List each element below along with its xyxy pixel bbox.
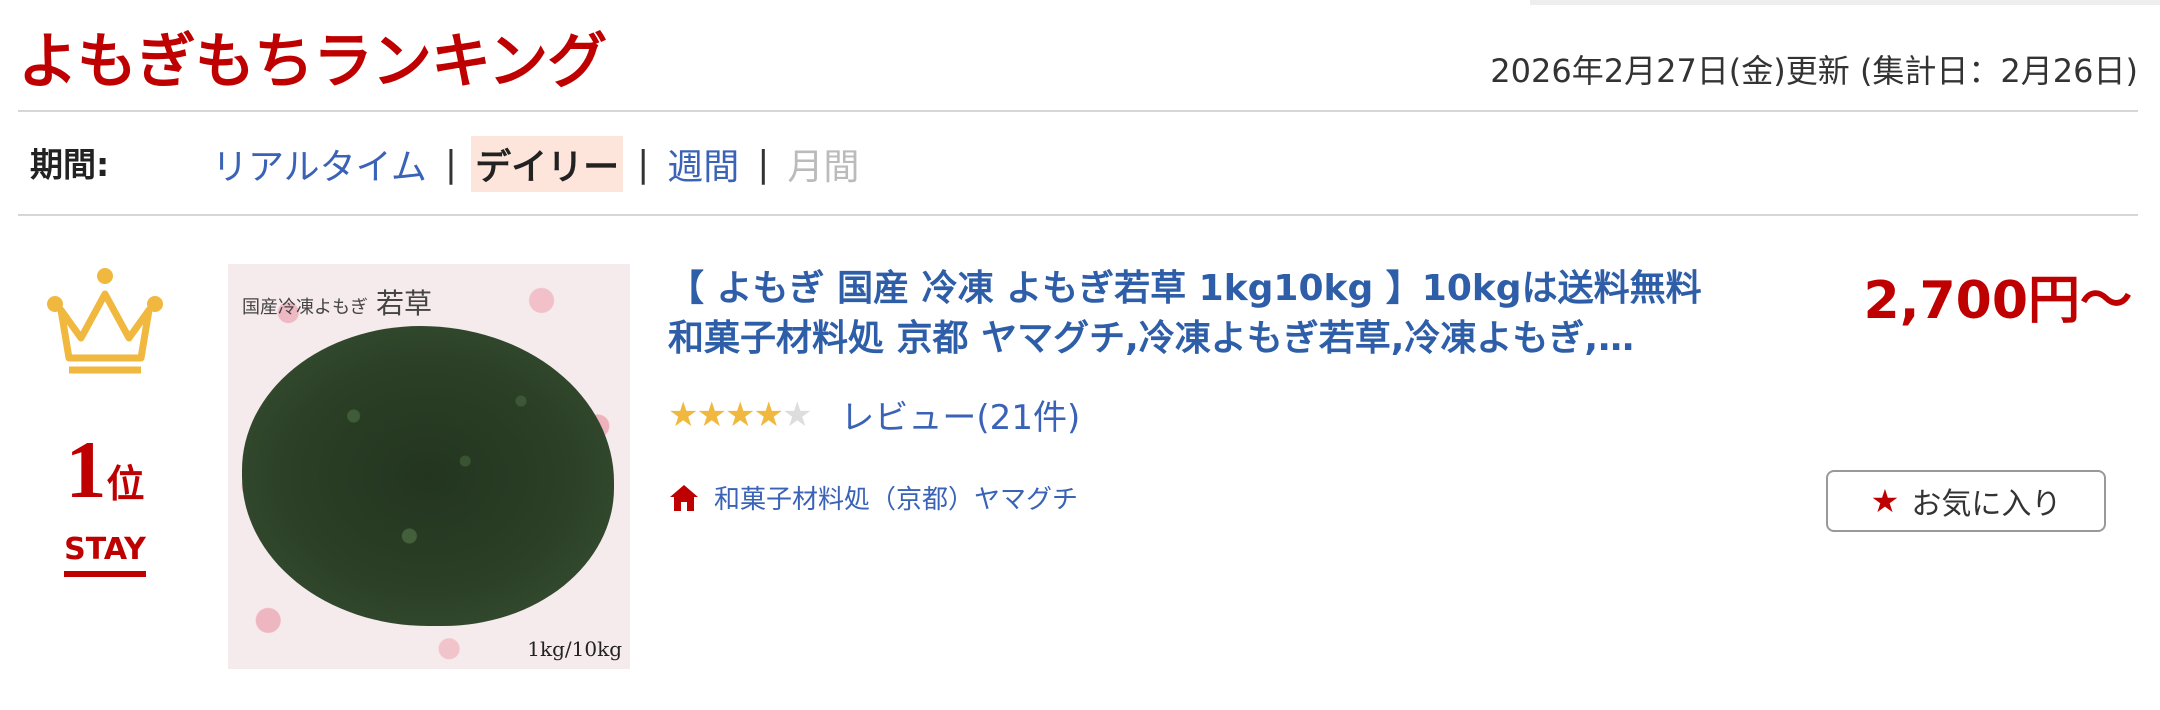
tab-monthly: 月間 bbox=[787, 147, 860, 188]
image-weight-label: 1kg/10kg bbox=[527, 637, 622, 661]
review-row: ★★★★★ レビュー(21件) bbox=[668, 390, 1718, 439]
tab-weekly[interactable]: 週間 bbox=[663, 138, 743, 190]
shop-name: 和菓子材料処（京都）ヤマグチ bbox=[714, 485, 1079, 515]
tab-separator: | bbox=[637, 143, 650, 185]
rank-unit: 位 bbox=[106, 462, 145, 506]
crown-icon bbox=[47, 268, 163, 374]
shop-link[interactable]: 和菓子材料処（京都）ヤマグチ bbox=[668, 479, 1718, 516]
period-selector: 期間: リアルタイム | デイリー | 週間 | 月間 bbox=[18, 130, 2138, 192]
review-link[interactable]: レビュー(21件) bbox=[840, 390, 1080, 439]
favorite-label: お気に入り bbox=[1911, 487, 2062, 522]
product-title-link[interactable]: 【 よもぎ 国産 冷凍 よもぎ若草 1kg10kg 】10kgは送料無料 和菓子… bbox=[668, 264, 1718, 364]
star-icon: ★ bbox=[1870, 482, 1900, 520]
star-icon: ★ bbox=[668, 394, 699, 435]
image-caption-large: 若草 bbox=[376, 287, 433, 320]
page-title: よもぎもちランキング bbox=[18, 27, 607, 97]
tab-separator: | bbox=[444, 143, 458, 185]
image-caption-small: 国産冷凍よもぎ bbox=[242, 297, 368, 318]
product-price: 2,700円〜 bbox=[1863, 271, 2132, 331]
house-icon bbox=[670, 484, 698, 511]
rank-badge: 1位 STAY bbox=[40, 258, 170, 577]
rank-change-status: STAY bbox=[64, 532, 146, 577]
product-image[interactable]: 国産冷凍よもぎ 若草 1kg/10kg bbox=[228, 264, 630, 669]
period-tabs: リアルタイム | デイリー | 週間 | 月間 bbox=[208, 136, 863, 192]
star-empty-icon: ★ bbox=[781, 394, 813, 435]
star-icon: ★ bbox=[696, 394, 727, 435]
star-icon: ★ bbox=[724, 394, 756, 435]
rating-stars: ★★★★★ bbox=[668, 394, 813, 435]
rank-number: 1 bbox=[65, 424, 107, 515]
divider bbox=[18, 214, 2138, 216]
update-date: 2026年2月27日(金)更新 (集計日：2月26日) bbox=[1490, 52, 2138, 90]
tab-daily[interactable]: デイリー bbox=[471, 136, 624, 192]
star-icon: ★ bbox=[753, 394, 784, 435]
image-caption: 国産冷凍よもぎ 若草 bbox=[242, 282, 432, 322]
tab-realtime[interactable]: リアルタイム bbox=[208, 138, 431, 190]
favorite-button[interactable]: ★ お気に入り bbox=[1826, 470, 2106, 532]
top-bar-strip bbox=[1530, 0, 2160, 5]
period-label: 期間: bbox=[30, 145, 110, 184]
rank-position: 1位 bbox=[40, 429, 170, 511]
ranking-header: よもぎもちランキング 2026年2月27日(金)更新 (集計日：2月26日) bbox=[18, 22, 2138, 112]
product-info: 【 よもぎ 国産 冷凍 よもぎ若草 1kg10kg 】10kgは送料無料 和菓子… bbox=[668, 264, 1718, 516]
tab-separator: | bbox=[757, 143, 770, 185]
